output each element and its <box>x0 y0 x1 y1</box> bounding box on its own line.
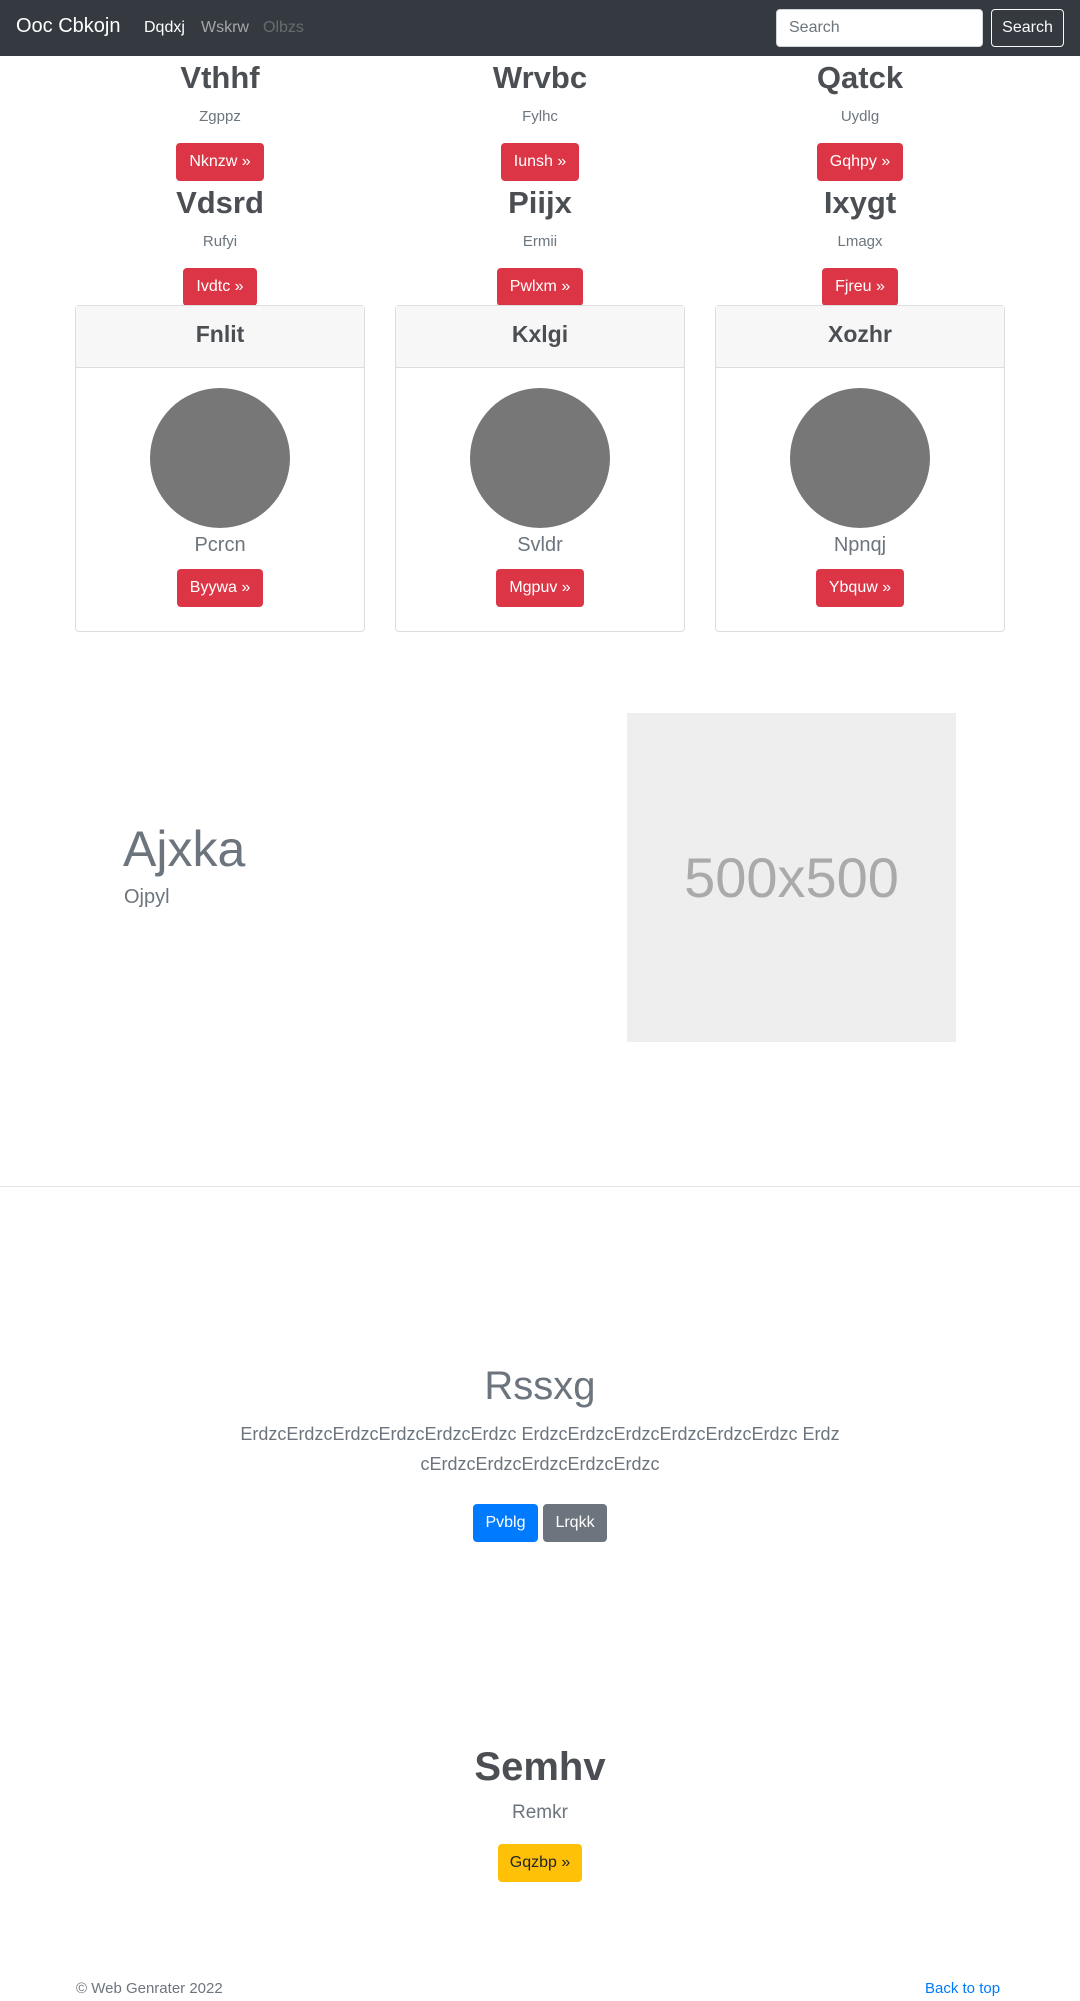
nav-link-wskrw[interactable]: Wskrw <box>201 19 249 37</box>
placeholder-image: 500x500 <box>627 713 956 1042</box>
navbar: Ooc Cbkojn Dqdxj Wskrw Olbzs Search <box>0 0 1080 56</box>
feature-column: Ixygt Lmagx Fjreu » <box>715 187 1005 306</box>
nav-link-dqdxj[interactable]: Dqdxj <box>144 19 185 37</box>
feature-button[interactable]: Gqhpy » <box>816 143 904 181</box>
section-title: Semhv <box>474 1745 606 1789</box>
feature-subtitle: Fylhc <box>522 108 558 125</box>
jumbotron-title: Rssxg <box>484 1364 596 1408</box>
feature-button[interactable]: Ivdtc » <box>183 268 257 306</box>
feature-title: Qatck <box>816 60 904 95</box>
navbar-brand[interactable]: Ooc Cbkojn <box>16 15 121 38</box>
feature-column: Piijx Ermii Pwlxm » <box>395 187 685 306</box>
card-name: Svldr <box>517 534 563 556</box>
feature-title: Piijx <box>508 185 572 220</box>
card-name: Pcrcn <box>194 534 246 556</box>
feature-subtitle: Rufyi <box>202 233 238 250</box>
feature-title: Vthhf <box>180 60 260 95</box>
avatar <box>470 388 610 528</box>
feature-column: Vthhf Zgppz Nknzw » <box>75 62 365 181</box>
feature-button[interactable]: Fjreu » <box>822 268 898 306</box>
avatar <box>150 388 290 528</box>
footer-copyright: © Web Genrater 2022 <box>76 1980 223 1997</box>
card-header: Fnlit <box>76 306 364 368</box>
section-divider <box>0 1186 1080 1187</box>
feature-title: Wrvbc <box>492 60 588 95</box>
feature-button[interactable]: Pwlxm » <box>496 268 584 306</box>
feature-subtitle: Ermii <box>522 233 558 250</box>
primary-button[interactable]: Pvblg <box>473 1504 538 1542</box>
featurette-subtitle: Ojpyl <box>124 886 170 908</box>
section-subtitle: Remkr <box>512 1802 568 1823</box>
feature-title: Ixygt <box>823 185 897 220</box>
nav-link-olbzs-disabled: Olbzs <box>263 19 304 36</box>
featurette-title: Ajxka <box>123 821 246 877</box>
feature-subtitle: Uydlg <box>840 108 880 125</box>
feature-column: Vdsrd Rufyi Ivdtc » <box>75 187 365 306</box>
card-button[interactable]: Byywa » <box>176 569 264 607</box>
feature-button[interactable]: Iunsh » <box>500 143 580 181</box>
feature-title: Vdsrd <box>176 185 264 220</box>
feature-column: Wrvbc Fylhc Iunsh » <box>395 62 685 181</box>
card-button[interactable]: Mgpuv » <box>496 569 584 607</box>
feature-button[interactable]: Nknzw » <box>176 143 264 181</box>
jumbotron-lead: ErdzcErdzcErdzcErdzcErdzcErdzc ErdzcErdz… <box>240 1424 840 1474</box>
secondary-button[interactable]: Lrqkk <box>543 1504 607 1542</box>
search-input[interactable] <box>776 9 983 47</box>
search-button[interactable]: Search <box>991 9 1064 47</box>
profile-card: Fnlit Pcrcn Byywa » <box>75 305 365 632</box>
card-header: Xozhr <box>716 306 1004 368</box>
avatar <box>790 388 930 528</box>
profile-card: Kxlgi Svldr Mgpuv » <box>395 305 685 632</box>
warning-button[interactable]: Gqzbp » <box>498 1844 582 1882</box>
feature-subtitle: Lmagx <box>837 233 883 250</box>
card-button[interactable]: Ybquw » <box>815 569 905 607</box>
card-name: Npnqj <box>833 534 887 556</box>
profile-card: Xozhr Npnqj Ybquw » <box>715 305 1005 632</box>
back-to-top-link[interactable]: Back to top <box>925 1980 1000 1997</box>
feature-subtitle: Zgppz <box>199 108 241 125</box>
feature-column: Qatck Uydlg Gqhpy » <box>715 62 1005 181</box>
card-header: Kxlgi <box>396 306 684 368</box>
